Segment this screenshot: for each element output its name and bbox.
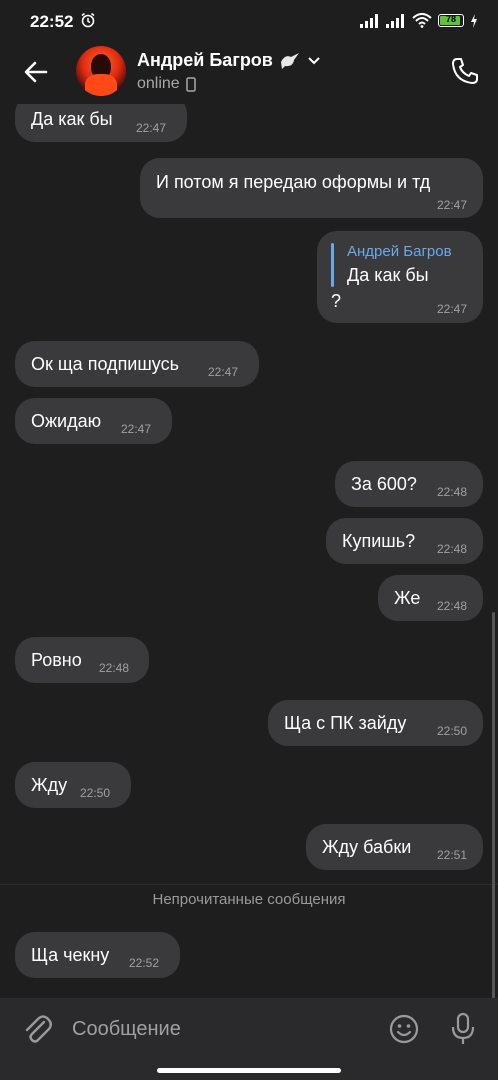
unread-divider: Непрочитанные сообщения (0, 884, 498, 915)
message-text: ? (331, 291, 342, 311)
message-text: И потом я передаю оформы и тд (156, 172, 431, 192)
message-time: 22:47 (436, 198, 467, 212)
message-bubble[interactable]: Жду 22:50 (15, 762, 131, 808)
message-bubble[interactable]: Ща чекну 22:52 (15, 932, 180, 978)
message-text: Же (394, 588, 421, 608)
paperclip-icon[interactable] (22, 1012, 52, 1046)
message-time: 22:51 (436, 848, 467, 862)
dove-icon (280, 52, 299, 69)
message-text: Ок ща подпишусь (31, 354, 179, 374)
message-text: Жду (31, 775, 68, 795)
contact-name[interactable]: Андрей Багров (137, 50, 321, 71)
status-label: online (137, 75, 180, 92)
reply-author: Андрей Багров (347, 243, 452, 260)
phone-icon[interactable] (450, 56, 480, 86)
signal-icon (360, 13, 378, 28)
message-time: 22:47 (121, 422, 152, 436)
message-bubble[interactable]: Ок ща подпишусь 22:47 (15, 341, 259, 387)
message-bubble[interactable]: Ровно 22:48 (15, 637, 149, 683)
message-text: Ща с ПК зайду (284, 713, 407, 733)
message-text: Жду бабки (322, 837, 412, 857)
message-bubble[interactable]: Же 22:48 (378, 575, 483, 621)
emoji-icon[interactable] (388, 1013, 420, 1045)
message-bubble[interactable]: Да как бы 22:47 (15, 104, 187, 142)
contact-status: online (137, 75, 196, 93)
message-text: Ожидаю (31, 411, 102, 431)
home-indicator[interactable] (157, 1068, 341, 1073)
message-list[interactable]: Да как бы 22:47 И потом я передаю оформы… (0, 104, 498, 998)
chat-header: Андрей Багров online (0, 42, 498, 104)
message-time: 22:47 (436, 302, 467, 316)
message-text: Ща чекну (31, 945, 110, 965)
battery-icon: 78 (438, 14, 464, 27)
message-text: Купишь? (342, 531, 416, 551)
message-text: Да как бы (31, 109, 113, 129)
message-text: Ровно (31, 650, 82, 670)
message-time: 22:48 (99, 661, 130, 675)
avatar[interactable] (76, 46, 126, 96)
message-time: 22:48 (436, 542, 467, 556)
message-text: За 600? (351, 474, 417, 494)
chevron-down-icon[interactable] (307, 56, 321, 66)
signal-icon-2 (386, 13, 404, 28)
message-time: 22:50 (436, 724, 467, 738)
clock: 22:52 (30, 12, 74, 31)
message-time: 22:50 (80, 786, 111, 800)
scrollbar[interactable] (492, 612, 495, 1002)
message-bubble[interactable]: За 600? 22:48 (335, 461, 483, 507)
reply-bar (331, 243, 334, 287)
reply-quote: Да как бы (347, 265, 429, 285)
status-bar: 22:52 78 (0, 0, 498, 42)
message-time: 22:47 (136, 121, 167, 135)
charging-icon (471, 13, 477, 28)
message-bubble[interactable]: Ща с ПК зайду 22:50 (268, 700, 483, 746)
reply-message-bubble[interactable]: Андрей Багров Да как бы ? 22:47 (317, 231, 483, 323)
message-input[interactable]: Сообщение (72, 1018, 181, 1041)
contact-name-label: Андрей Багров (137, 50, 273, 70)
wifi-icon (412, 13, 432, 28)
message-bubble[interactable]: Ожидаю 22:47 (15, 398, 172, 444)
message-time: 22:52 (129, 956, 160, 970)
mobile-device-icon (185, 76, 196, 92)
message-bubble[interactable]: И потом я передаю оформы и тд 22:47 (140, 158, 483, 218)
message-time: 22:48 (436, 599, 467, 613)
message-bubble[interactable]: Купишь? 22:48 (326, 518, 483, 564)
back-arrow-icon[interactable] (20, 56, 52, 88)
message-bubble[interactable]: Жду бабки 22:51 (306, 824, 483, 870)
message-time: 22:47 (208, 365, 239, 379)
message-time: 22:48 (436, 485, 467, 499)
unread-divider-label: Непрочитанные сообщения (152, 891, 346, 908)
microphone-icon[interactable] (449, 1012, 477, 1046)
alarm-icon (81, 12, 95, 28)
